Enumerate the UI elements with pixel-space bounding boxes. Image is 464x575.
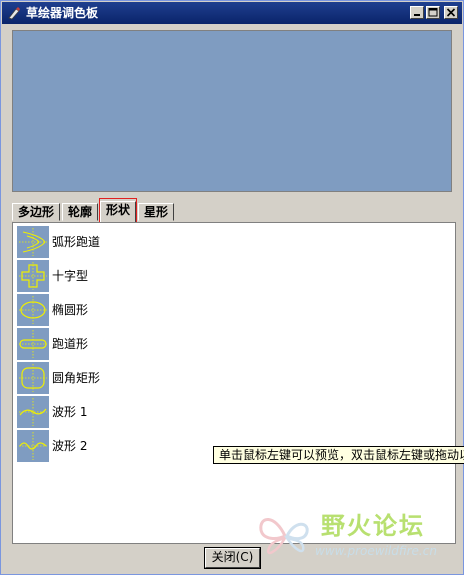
sketch-app-icon <box>8 7 20 20</box>
sketcher-palette-window: 草绘器调色板 多边形 轮廓 形状 星形 弧形跑道 十字型 椭圆形 跑道形 圆角矩… <box>0 0 464 575</box>
ellipse-icon <box>17 294 49 326</box>
shape-label: 弧形跑道 <box>52 235 101 249</box>
shape-preview-area <box>12 30 452 192</box>
close-window-button[interactable] <box>444 6 458 19</box>
shape-label: 波形 2 <box>52 439 88 453</box>
rounded-rectangle-icon <box>17 362 49 394</box>
shape-label: 圆角矩形 <box>52 371 101 385</box>
shape-list: 弧形跑道 十字型 椭圆形 跑道形 圆角矩形 波形 1 波形 2 <box>12 222 456 544</box>
racetrack-icon <box>17 328 49 360</box>
close-button[interactable]: 关闭(C) <box>204 547 261 569</box>
title-bar[interactable]: 草绘器调色板 <box>2 2 462 24</box>
tab-profile[interactable]: 轮廓 <box>62 203 98 221</box>
tab-star[interactable]: 星形 <box>138 203 174 221</box>
help-tooltip: 单击鼠标左键可以预览，双击鼠标左键或拖动以 <box>213 446 464 464</box>
arc-track-icon <box>17 226 49 258</box>
tab-shape[interactable]: 形状 <box>100 201 136 223</box>
minimize-icon <box>414 14 420 16</box>
window-title: 草绘器调色板 <box>26 6 99 20</box>
cross-shape-icon <box>17 260 49 292</box>
wave-1-icon <box>17 396 49 428</box>
minimize-button[interactable] <box>410 6 424 19</box>
shape-label: 椭圆形 <box>52 303 89 317</box>
shape-label: 跑道形 <box>52 337 89 351</box>
tab-polygon[interactable]: 多边形 <box>12 203 60 221</box>
maximize-button[interactable] <box>426 6 440 19</box>
shape-label: 十字型 <box>52 269 89 283</box>
shape-label: 波形 1 <box>52 405 88 419</box>
watermark-url: www.proewildfire.cn <box>315 544 437 558</box>
close-icon <box>446 8 456 17</box>
maximize-icon <box>428 8 438 17</box>
wave-2-icon <box>17 430 49 462</box>
